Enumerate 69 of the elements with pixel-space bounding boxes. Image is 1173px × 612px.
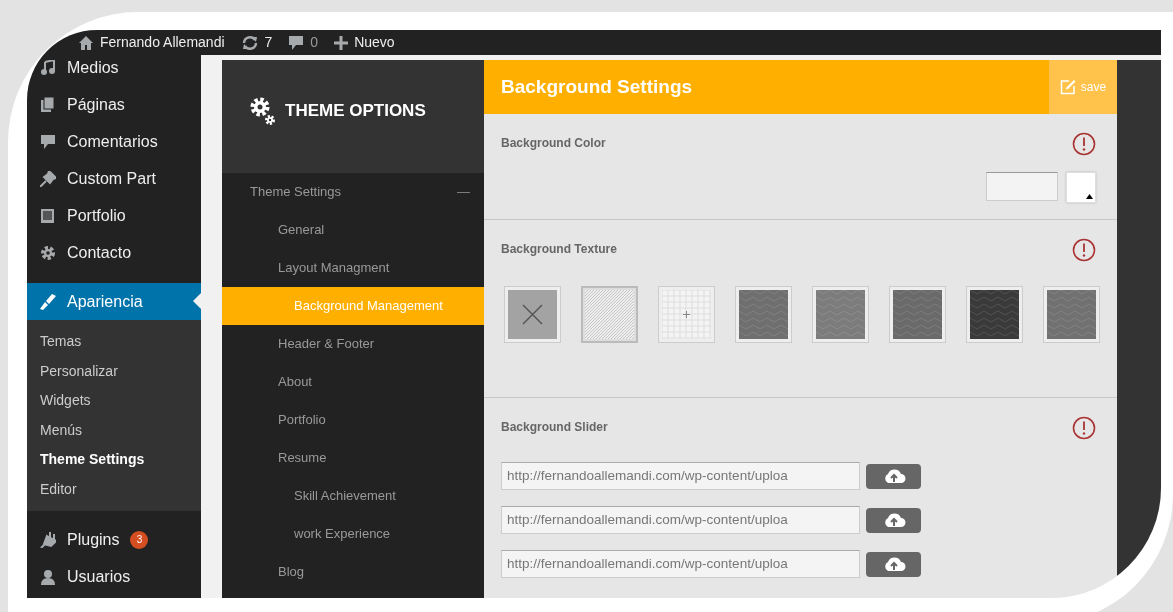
collapse-toggle[interactable]: — bbox=[457, 182, 470, 202]
nav-item[interactable]: Resume bbox=[222, 439, 484, 477]
new-link[interactable]: Nuevo bbox=[354, 32, 395, 53]
texture-swatch[interactable] bbox=[1043, 286, 1100, 343]
nav-item[interactable]: Blog bbox=[222, 553, 484, 591]
nav-item[interactable]: About bbox=[222, 363, 484, 401]
site-name-link[interactable]: Fernando Allemandi bbox=[100, 32, 225, 53]
section-label: Background Slider bbox=[501, 419, 608, 436]
nav-item[interactable]: work Experience bbox=[222, 515, 484, 553]
color-field[interactable] bbox=[986, 172, 1058, 201]
submenu-item[interactable]: Theme Settings bbox=[27, 445, 201, 475]
url-field[interactable]: http://fernandoallemandi.com/wp-content/uploa bbox=[501, 506, 860, 534]
menu-item[interactable]: Contacto bbox=[27, 234, 201, 271]
nav-item[interactable]: Skill Achievement bbox=[222, 477, 484, 515]
upload-button[interactable] bbox=[866, 507, 921, 533]
submenu-item[interactable]: Menús bbox=[27, 415, 201, 445]
pages-icon bbox=[40, 96, 56, 113]
texture-swatch[interactable] bbox=[889, 286, 946, 343]
menu-item[interactable]: Custom Part bbox=[27, 160, 201, 197]
upload-button[interactable] bbox=[866, 551, 921, 577]
menu-item[interactable]: Portfolio bbox=[27, 197, 201, 234]
submenu-item[interactable]: Personalizar bbox=[27, 356, 201, 386]
info-icon bbox=[1072, 416, 1096, 440]
menu-item[interactable]: Páginas bbox=[27, 86, 201, 123]
texture-swatch[interactable] bbox=[966, 286, 1023, 343]
texture-swatch[interactable] bbox=[735, 286, 792, 343]
comment-icon bbox=[40, 133, 56, 150]
menu-item[interactable]: Usuarios bbox=[27, 558, 201, 595]
user-icon bbox=[40, 568, 56, 585]
info-icon bbox=[1072, 238, 1096, 262]
texture-swatch[interactable] bbox=[812, 286, 869, 343]
comment-icon bbox=[288, 34, 305, 51]
nav-item[interactable]: Layout Managment bbox=[222, 249, 484, 287]
edit-icon bbox=[1059, 79, 1076, 95]
url-field[interactable]: http://fernandoallemandi.com/wp-content/uploa bbox=[501, 462, 860, 490]
gear-icon bbox=[40, 244, 56, 261]
nav-item[interactable]: Portfolio bbox=[222, 401, 484, 439]
url-field[interactable]: http://fernandoallemandi.com/wp-content/uploa bbox=[501, 550, 860, 578]
nav-item[interactable]: General bbox=[222, 211, 484, 249]
count-badge: 3 bbox=[130, 530, 149, 549]
info-icon bbox=[1072, 132, 1096, 156]
refresh-icon bbox=[240, 34, 259, 51]
plus-icon bbox=[334, 35, 349, 50]
home-icon bbox=[78, 35, 94, 50]
texture-swatch[interactable] bbox=[658, 286, 715, 343]
caret-icon bbox=[1086, 194, 1093, 199]
gears-icon bbox=[249, 95, 275, 126]
menu-item[interactable]: Comentarios bbox=[27, 123, 201, 160]
nav-item[interactable]: Header & Footer bbox=[222, 325, 484, 363]
settings-title: Background Settings bbox=[500, 74, 694, 99]
updates-count[interactable]: 7 bbox=[264, 32, 273, 53]
submenu-item[interactable]: Widgets bbox=[27, 386, 201, 416]
color-swatch-button[interactable] bbox=[1066, 172, 1096, 203]
music-note-icon bbox=[40, 59, 56, 76]
comments-count[interactable]: 0 bbox=[310, 32, 319, 53]
menu-item[interactable]: Medios bbox=[27, 55, 201, 86]
texture-swatch[interactable] bbox=[504, 286, 561, 343]
menu-item[interactable]: Plugins 3 bbox=[27, 521, 201, 558]
pin-icon bbox=[40, 170, 56, 187]
brush-icon bbox=[40, 293, 56, 310]
upload-button[interactable] bbox=[866, 463, 921, 489]
submenu-item[interactable]: Editor bbox=[27, 474, 201, 504]
menu-item[interactable]: Apariencia bbox=[27, 283, 201, 320]
nav-item[interactable]: Theme Settings — bbox=[222, 173, 484, 211]
panel-title: THEME OPTIONS bbox=[285, 99, 426, 122]
section-label: Background Color bbox=[501, 135, 606, 152]
section-label: Background Texture bbox=[501, 241, 617, 258]
texture-swatch[interactable] bbox=[581, 286, 638, 343]
submenu-item[interactable]: Temas bbox=[27, 327, 201, 357]
